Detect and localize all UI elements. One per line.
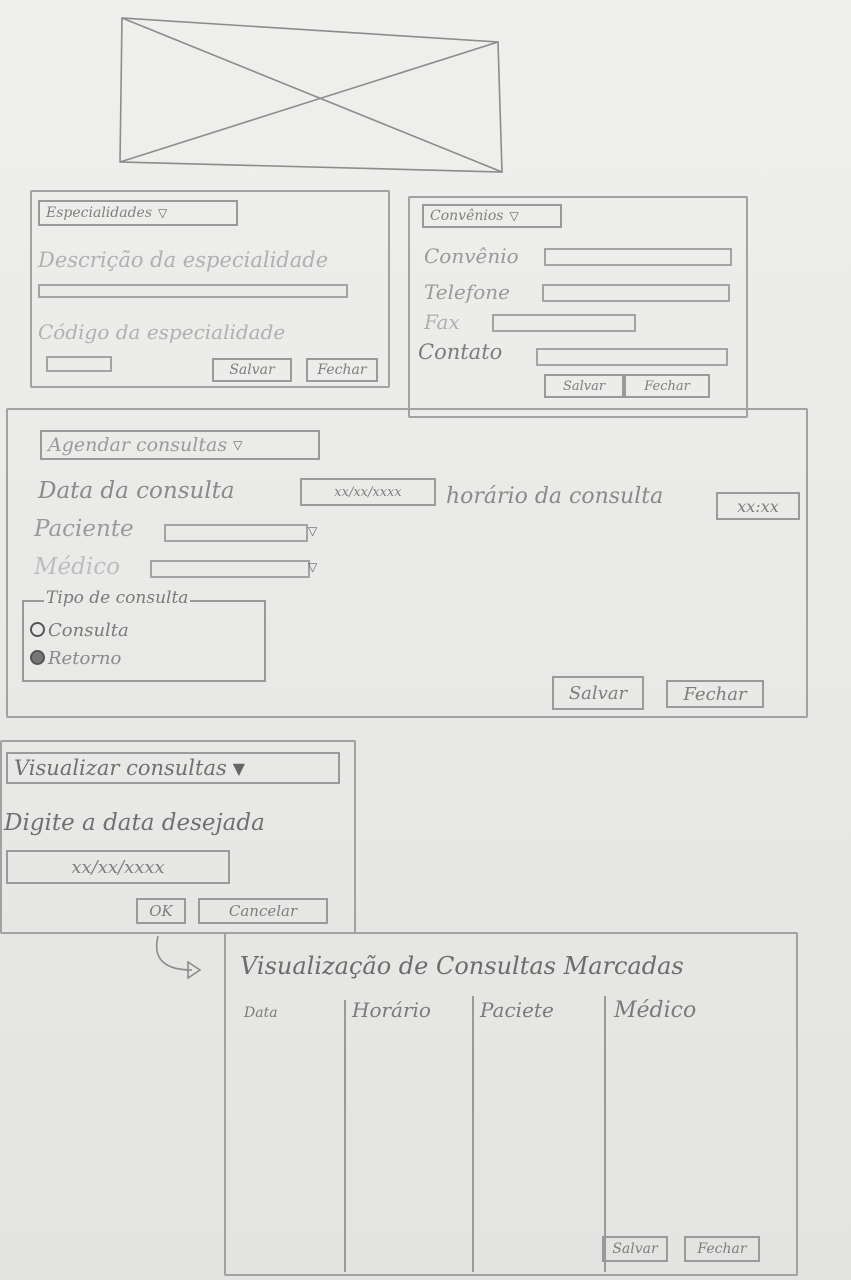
lista-close-button[interactable]: Fechar <box>684 1236 760 1262</box>
convenio-input[interactable] <box>544 248 732 266</box>
data-consulta-input[interactable]: xx/xx/xxxx <box>300 478 436 506</box>
radio-retorno-label: Retorno <box>48 648 122 669</box>
especialidades-dropdown-label: Especialidades <box>46 205 153 221</box>
visualizar-dropdown-label: Visualizar consultas <box>14 756 227 780</box>
lista-header: Data Horário Paciete Médico <box>240 998 790 1028</box>
contato-label: Contato <box>418 340 503 364</box>
horario-consulta-label: horário da consulta <box>446 484 664 509</box>
radio-consulta[interactable]: Consulta <box>30 620 129 641</box>
codigo-input[interactable] <box>46 356 112 372</box>
chevron-down-icon[interactable]: ▽ <box>308 560 317 574</box>
contato-input[interactable] <box>536 348 728 366</box>
radio-retorno[interactable]: Retorno <box>30 648 121 669</box>
agendar-dropdown[interactable]: Agendar consultas ▽ <box>40 430 320 460</box>
especialidades-close-button[interactable]: Fechar <box>306 358 378 382</box>
horario-consulta-input[interactable]: xx:xx <box>716 492 800 520</box>
column-paciente: Paciete <box>480 998 554 1022</box>
codigo-label: Código da especialidade <box>38 320 286 344</box>
descricao-label: Descrição da especialidade <box>38 248 329 272</box>
agendar-close-button[interactable]: Fechar <box>666 680 764 708</box>
lista-consultas-window: Visualização de Consultas Marcadas Data … <box>224 932 798 1276</box>
visualizar-dropdown[interactable]: Visualizar consultas ▼ <box>6 752 340 784</box>
column-divider <box>344 1000 346 1272</box>
chevron-down-icon[interactable]: ▽ <box>509 209 518 223</box>
visualizar-ok-button[interactable]: OK <box>136 898 186 924</box>
convenios-save-button[interactable]: Salvar <box>544 374 624 398</box>
convenios-dropdown[interactable]: Convênios ▽ <box>422 204 562 228</box>
chevron-down-icon[interactable]: ▼ <box>233 759 245 778</box>
column-divider <box>472 996 474 1272</box>
especialidades-save-button[interactable]: Salvar <box>212 358 292 382</box>
column-data: Data <box>244 1005 278 1021</box>
chevron-down-icon[interactable]: ▽ <box>308 524 317 538</box>
lista-save-button[interactable]: Salvar <box>602 1236 668 1262</box>
visualizar-date-input[interactable]: xx/xx/xxxx <box>6 850 230 884</box>
fax-label: Fax <box>424 310 460 334</box>
especialidades-panel: Especialidades ▽ Descrição da especialid… <box>30 190 390 388</box>
radio-consulta-label: Consulta <box>48 620 129 641</box>
chevron-down-icon[interactable]: ▽ <box>158 206 167 220</box>
visualizar-cancel-button[interactable]: Cancelar <box>198 898 328 924</box>
medico-select[interactable] <box>150 560 310 578</box>
especialidades-dropdown[interactable]: Especialidades ▽ <box>38 200 238 226</box>
radio-selected-icon[interactable] <box>30 650 45 665</box>
convenios-panel: Convênios ▽ Convênio Telefone Fax Contat… <box>408 196 748 418</box>
convenio-label: Convênio <box>424 244 519 268</box>
paciente-label: Paciente <box>34 516 134 542</box>
column-divider <box>604 996 606 1272</box>
telefone-input[interactable] <box>542 284 730 302</box>
convenios-dropdown-label: Convênios <box>430 208 504 224</box>
column-medico: Médico <box>614 998 697 1023</box>
visualizar-prompt: Digite a data desejada <box>4 810 265 836</box>
descricao-input[interactable] <box>38 284 348 298</box>
visualizar-panel: Visualizar consultas ▼ Digite a data des… <box>0 740 356 934</box>
agendar-save-button[interactable]: Salvar <box>552 676 644 710</box>
image-placeholder-icon <box>119 17 503 173</box>
chevron-down-icon[interactable]: ▽ <box>233 438 242 452</box>
radio-empty-icon[interactable] <box>30 622 45 637</box>
convenios-close-button[interactable]: Fechar <box>624 374 710 398</box>
tipo-consulta-group: Tipo de consulta Consulta Retorno <box>22 590 266 682</box>
agendar-panel: Agendar consultas ▽ Data da consulta xx/… <box>6 408 808 718</box>
telefone-label: Telefone <box>424 280 511 304</box>
medico-label: Médico <box>34 554 120 580</box>
arrow-icon <box>155 935 202 980</box>
agendar-dropdown-label: Agendar consultas <box>48 434 228 456</box>
data-consulta-label: Data da consulta <box>38 478 235 504</box>
tipo-consulta-legend: Tipo de consulta <box>44 588 191 608</box>
column-horario: Horário <box>352 998 431 1022</box>
paciente-select[interactable] <box>164 524 308 542</box>
fax-input[interactable] <box>492 314 636 332</box>
lista-title: Visualização de Consultas Marcadas <box>240 952 684 980</box>
